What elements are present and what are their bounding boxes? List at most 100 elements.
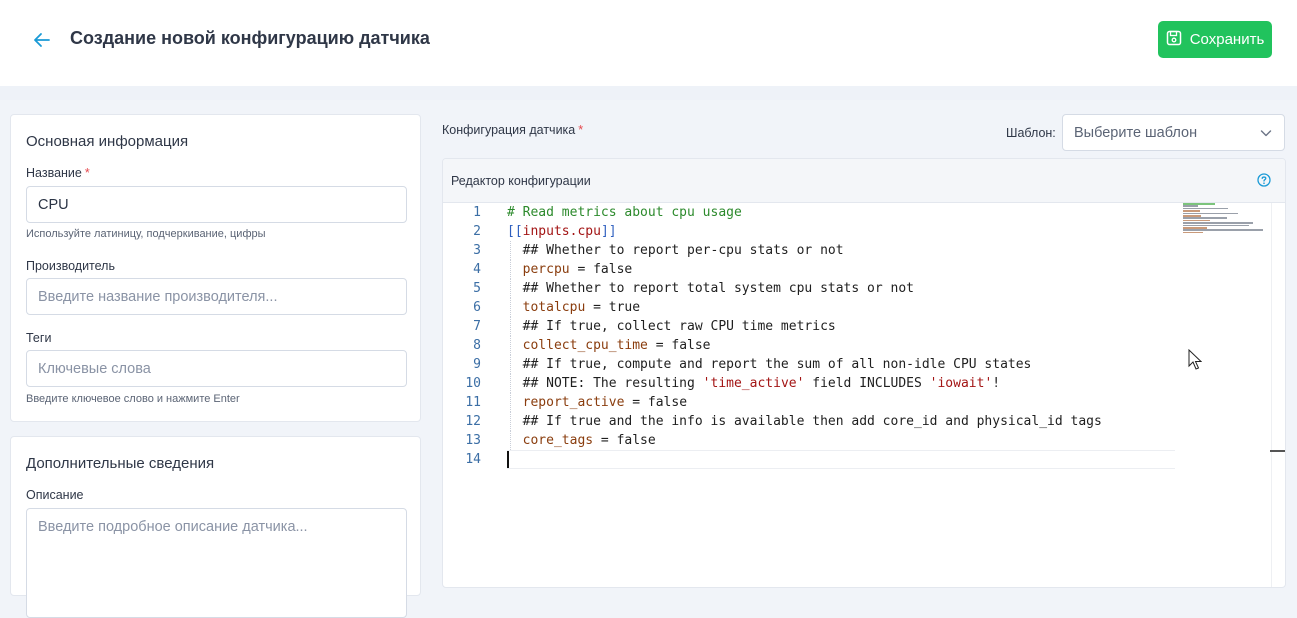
code-text: [[inputs.cpu]] [507,222,617,241]
code-token: ## Whether to report total system cpu st… [507,281,914,296]
line-number: 4 [473,262,481,277]
code-token: ## Whether to report per-cpu stats or no… [507,243,844,258]
code-text: ## If true and the info is available the… [507,412,1102,431]
line-number: 10 [465,376,481,391]
tags-label: Теги [26,331,52,345]
code-minimap[interactable] [1181,203,1271,243]
code-token: = false [593,433,656,448]
code-text: totalcpu = true [507,298,640,317]
chevron-down-icon [1260,127,1272,139]
extra-info-title: Дополнительные сведения [26,455,215,472]
current-line-highlight [507,450,1175,469]
description-textarea[interactable]: Введите подробное описание датчика... [26,508,407,618]
code-line[interactable]: 9 ## If true, compute and report the sum… [443,355,1183,374]
code-token: percpu [507,262,570,277]
line-number: 6 [473,300,481,315]
code-line[interactable]: 13 core_tags = false [443,431,1183,450]
minimap-line [1183,215,1201,217]
code-token: = false [569,262,633,277]
back-arrow-icon[interactable] [31,29,53,51]
line-number: 2 [473,224,481,239]
code-text: ## Whether to report per-cpu stats or no… [507,241,844,260]
minimap-line [1183,229,1263,231]
code-text: report_active = false [507,393,687,412]
editor-scrollbar[interactable] [1271,203,1272,587]
code-text: percpu = false [507,260,633,279]
editor-title: Редактор конфигурации [451,174,591,188]
code-token: [[ [507,224,523,239]
code-area[interactable]: 1 # Read metrics about cpu usage 2 [[inputs… [443,203,1285,587]
code-token: core_tags [507,433,594,448]
line-number: 13 [465,433,481,448]
template-label: Шаблон: [1006,126,1056,140]
code-token: ! [992,376,1001,391]
code-line[interactable]: 6 totalcpu = true [443,298,1183,317]
code-token: ]] [600,224,617,239]
scrollbar-cursor-marker [1270,450,1285,452]
name-hint: Используйте латиницу, подчеркивание, циф… [26,228,266,240]
code-line[interactable]: 8 collect_cpu_time = false [443,336,1183,355]
code-line[interactable]: 12 ## If true and the info is available … [443,412,1183,431]
template-select[interactable]: Выберите шаблон [1062,114,1285,151]
minimap-line [1183,227,1208,229]
line-number: 8 [473,338,481,353]
minimap-line [1183,203,1215,205]
code-line[interactable]: 4 percpu = false [443,260,1183,279]
question-circle-icon[interactable] [1257,173,1271,187]
name-label: Название * [26,166,90,180]
code-token: field INCLUDES [804,376,930,391]
config-editor: Редактор конфигурации 1 # Read metrics ab… [442,158,1286,588]
floppy-disk-icon [1166,30,1182,50]
main-info-card: Основная информация Название * CPU Исполь… [10,114,421,422]
code-text: collect_cpu_time = false [507,336,711,355]
line-number: 3 [473,243,481,258]
minimap-line [1183,224,1250,227]
minimap-line [1183,222,1254,224]
code-token: = false [647,338,711,353]
line-number: 7 [473,319,481,334]
minimap-line [1183,212,1238,215]
code-line[interactable]: 3 ## Whether to report per-cpu stats or … [443,241,1183,260]
code-line[interactable]: 2 [[inputs.cpu]] [443,222,1183,241]
extra-info-card: Дополнительные сведения Описание Введите… [10,436,421,618]
name-input[interactable]: CPU [26,186,407,223]
top-bar: Создание новой конфигурацию датчика Сохр… [0,0,1297,86]
line-number: 1 [473,205,481,220]
code-line[interactable]: 11 report_active = false [443,393,1183,412]
code-token: ## If true, collect raw CPU time metrics [507,319,836,334]
code-text: ## NOTE: The resulting 'time_active' fie… [507,374,1000,393]
line-number: 9 [473,357,481,372]
code-token: totalcpu [507,300,586,315]
code-token: report_active [507,395,625,410]
code-token: = false [624,395,688,410]
description-label: Описание [26,488,84,502]
header-divider-band [0,86,1297,100]
minimap-line [1183,217,1228,219]
text-cursor [507,451,509,468]
minimap-line [1183,219,1211,222]
line-number: 14 [465,452,481,467]
code-text: core_tags = false [507,431,656,450]
code-line[interactable]: 1 # Read metrics about cpu usage [443,203,1183,222]
mouse-pointer-icon [1188,348,1203,371]
code-line[interactable]: 7 ## If true, collect raw CPU time metri… [443,317,1183,336]
main-info-title: Основная информация [26,133,189,150]
line-number: 5 [473,281,481,296]
vendor-input[interactable]: Введите название производителя... [26,278,407,315]
code-token: inputs.cpu [522,224,601,239]
tags-input[interactable]: Ключевые слова [26,350,407,387]
code-line[interactable]: 14 [443,450,1183,469]
code-line[interactable]: 10 ## NOTE: The resulting 'time_active' … [443,374,1183,393]
vendor-label: Производитель [26,259,115,273]
page-title: Создание новой конфигурацию датчика [70,28,430,48]
code-token: ## NOTE: The resulting [507,376,703,391]
code-token: ## If true, compute and report the sum o… [507,357,1032,372]
minimap-line [1183,231,1203,234]
editor-header: Редактор конфигурации [443,159,1285,203]
code-line[interactable]: 5 ## Whether to report total system cpu … [443,279,1183,298]
code-text: ## If true, compute and report the sum o… [507,355,1032,374]
save-button[interactable]: Сохранить [1158,21,1272,58]
line-number: 11 [465,395,481,410]
config-label: Конфигурация датчика * [442,123,584,137]
minimap-line [1183,210,1200,212]
